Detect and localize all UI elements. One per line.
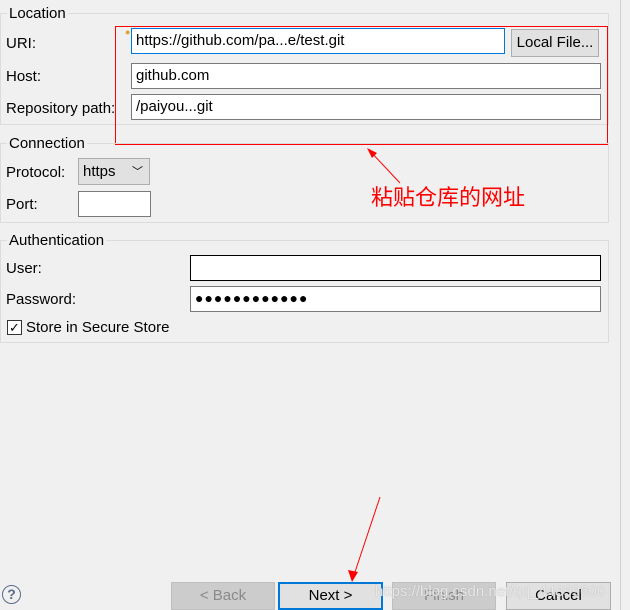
next-button[interactable]: Next > xyxy=(278,582,383,610)
authentication-title: Authentication xyxy=(7,232,107,249)
watermark: https://blog.csdn.net/qq_44859600 xyxy=(375,583,606,600)
password-input[interactable]: ●●●●●●●●●●●● xyxy=(190,286,601,312)
password-label: Password: xyxy=(6,291,77,308)
user-label: User: xyxy=(6,260,42,277)
user-input[interactable] xyxy=(190,255,601,281)
store-label: Store in Secure Store xyxy=(26,319,170,336)
back-button[interactable]: < Back xyxy=(171,582,275,610)
help-icon[interactable]: ? xyxy=(2,585,21,604)
arrow-to-next xyxy=(353,496,381,576)
store-checkbox[interactable]: ✓ xyxy=(7,320,22,335)
arrow-head xyxy=(348,570,358,582)
arrow-to-box xyxy=(369,150,401,184)
